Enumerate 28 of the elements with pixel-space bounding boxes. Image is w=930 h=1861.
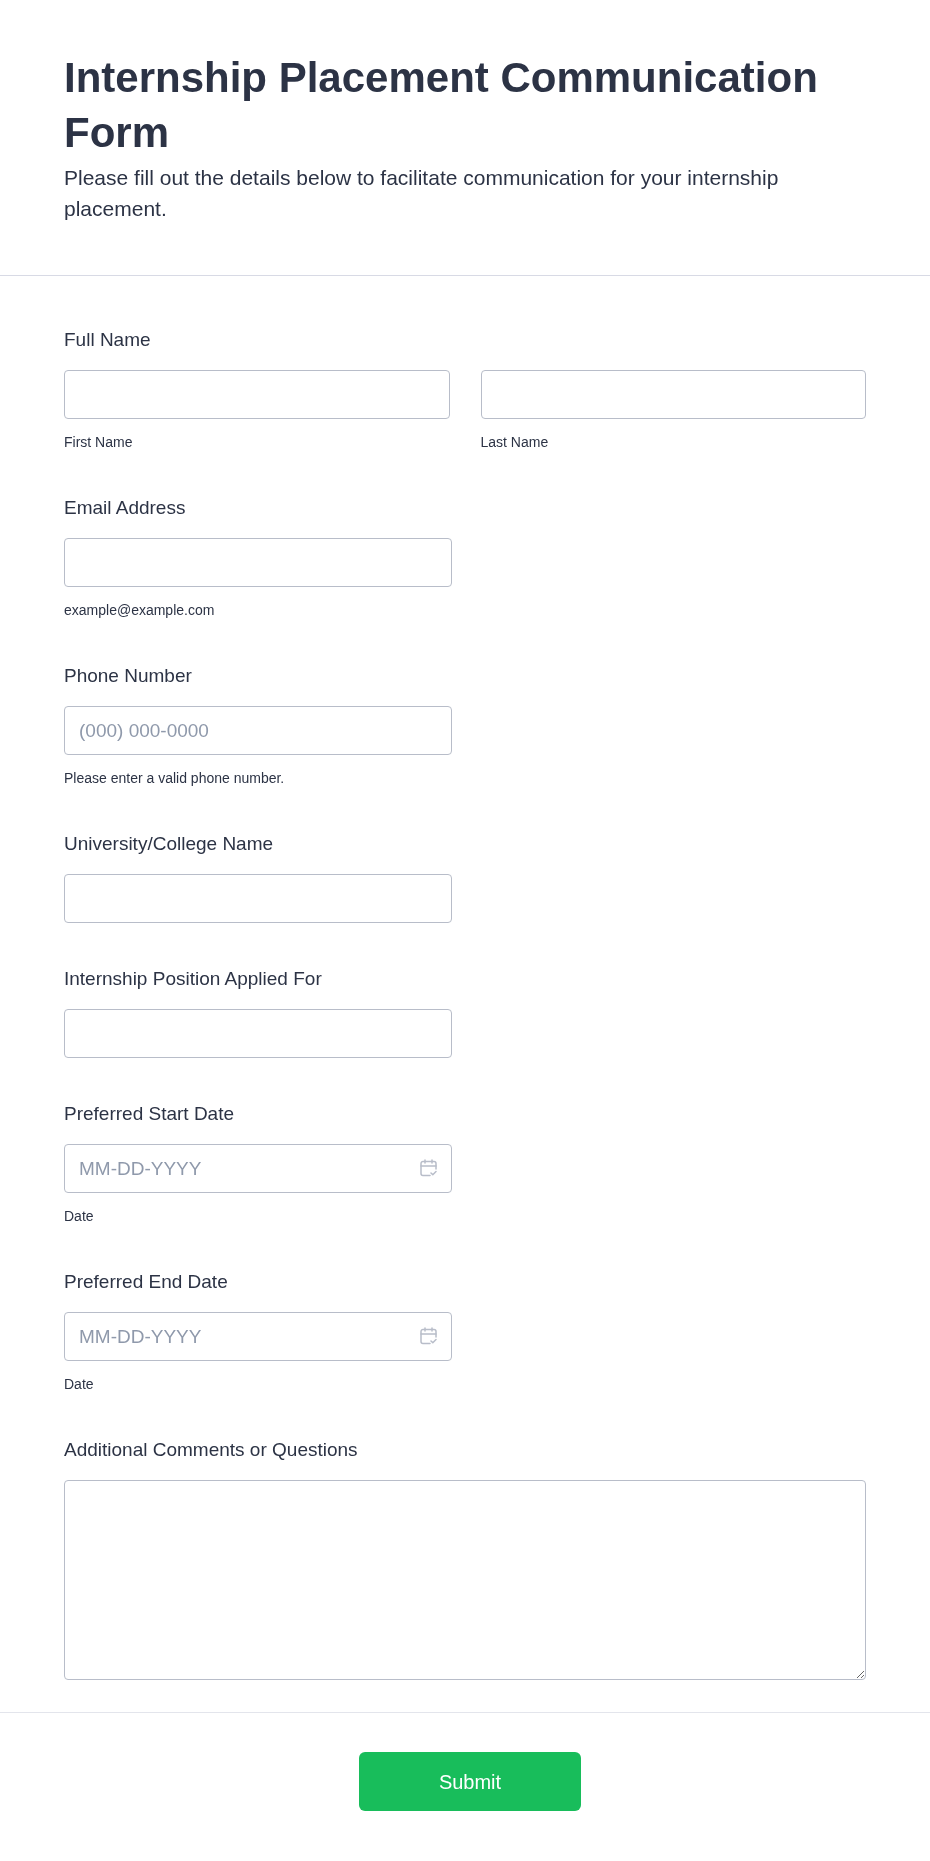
- field-sublabel: Date: [64, 1375, 94, 1394]
- field-label: Additional Comments or Questions: [64, 1438, 358, 1462]
- input-field[interactable]: (000) 000-0000: [64, 706, 452, 755]
- field-sublabel: Date: [64, 1207, 94, 1226]
- date-field[interactable]: MM-DD-YYYY: [64, 1312, 452, 1361]
- field-label: Full Name: [64, 328, 151, 352]
- field-label: University/College Name: [64, 832, 274, 856]
- input-field[interactable]: [480, 370, 866, 419]
- field-label: Phone Number: [64, 664, 192, 688]
- calendar-icon: [420, 1159, 437, 1177]
- field-label: Preferred End Date: [64, 1270, 228, 1294]
- calendar-icon: [420, 1327, 437, 1345]
- field-sublabel: Please enter a valid phone number.: [64, 769, 285, 788]
- field-label: Preferred Start Date: [64, 1102, 235, 1126]
- submit-button[interactable]: Submit: [359, 1752, 581, 1811]
- field-sublabel: example@example.com: [64, 601, 215, 620]
- field-sublabel: Last Name: [480, 433, 549, 452]
- field-label: Email Address: [64, 496, 186, 520]
- field-sublabel: First Name: [64, 433, 133, 452]
- form-description: Please fill out the details below to facilitate communication for your internship placement.: [64, 165, 780, 222]
- form-title: Internship Placement Communication Form: [64, 53, 819, 158]
- input-field[interactable]: [64, 538, 452, 587]
- input-field[interactable]: [64, 1009, 452, 1058]
- field-label: Internship Position Applied For: [64, 967, 322, 991]
- input-field[interactable]: [64, 874, 452, 923]
- input-field[interactable]: [64, 370, 450, 419]
- text-area[interactable]: [64, 1480, 866, 1680]
- date-field[interactable]: MM-DD-YYYY: [64, 1144, 452, 1193]
